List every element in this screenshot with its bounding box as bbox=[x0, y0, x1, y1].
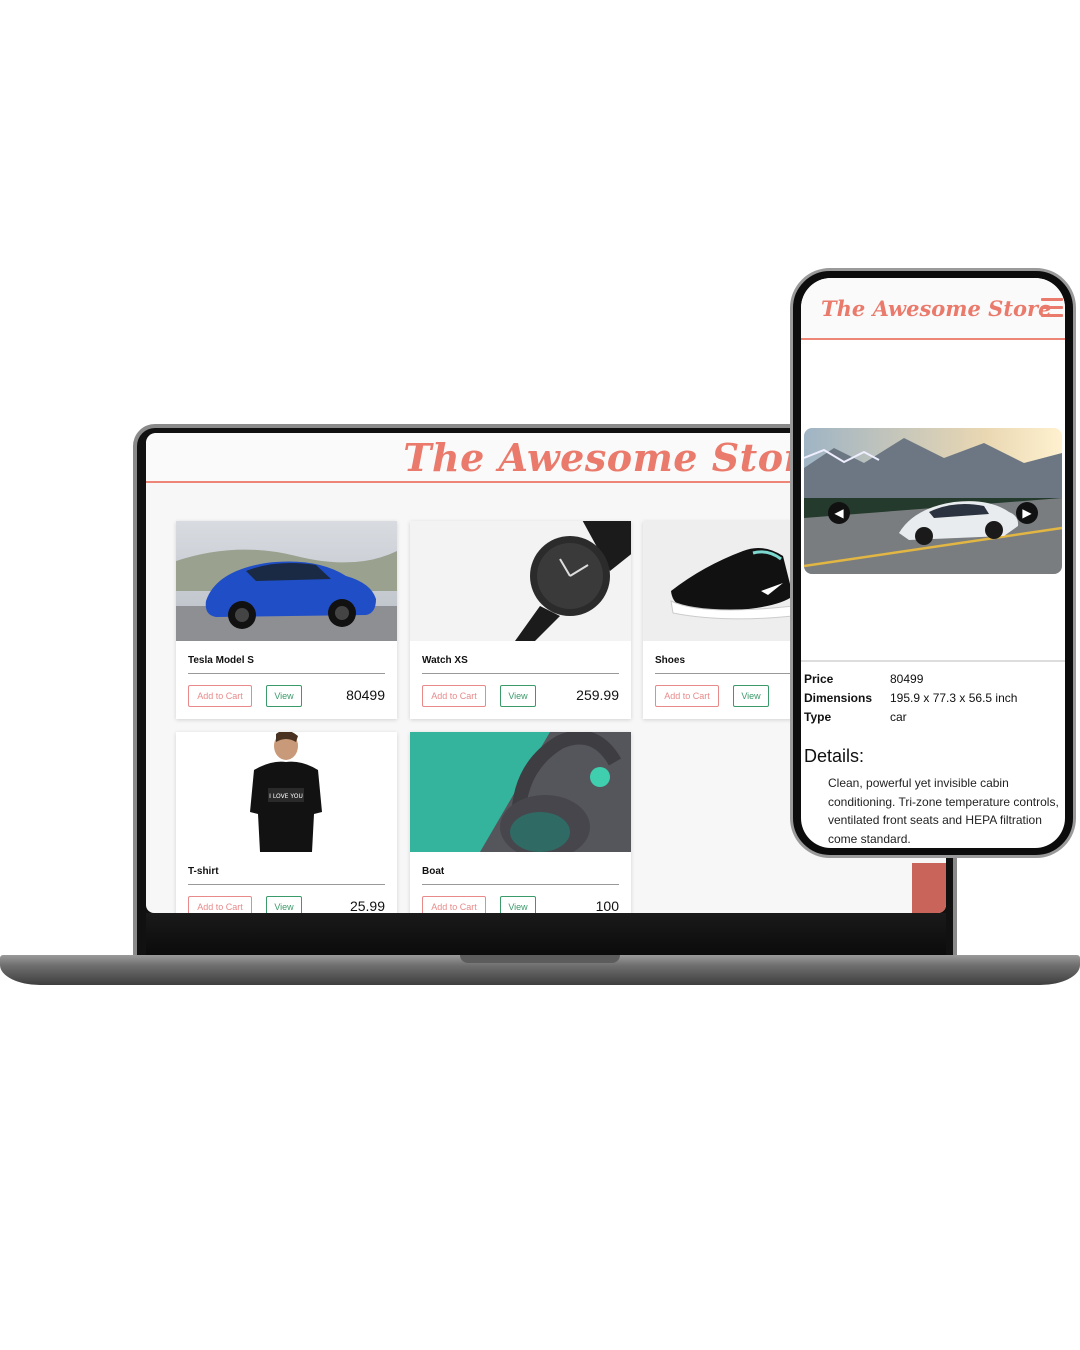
view-button[interactable]: View bbox=[500, 685, 536, 707]
product-image-tshirt[interactable]: I LOVE YOU bbox=[176, 732, 397, 852]
view-button[interactable]: View bbox=[266, 685, 302, 707]
product-card: Tesla Model S Add to Cart View 80499 bbox=[176, 521, 397, 719]
phone-screen: The Awesome Store ◀ ▶ Price 80499 Dimens… bbox=[801, 278, 1065, 848]
product-image-car[interactable] bbox=[176, 521, 397, 641]
spec-value: 195.9 x 77.3 x 56.5 inch bbox=[890, 691, 1018, 705]
spec-row-dimensions: Dimensions 195.9 x 77.3 x 56.5 inch bbox=[804, 691, 1017, 705]
phone-header: The Awesome Store bbox=[801, 278, 1065, 340]
divider bbox=[422, 884, 619, 885]
details-heading: Details: bbox=[804, 746, 865, 766]
product-card: Watch XS Add to Cart View 259.99 bbox=[410, 521, 631, 719]
store-title[interactable]: The Awesome Store bbox=[403, 435, 829, 480]
carousel-image-car bbox=[804, 428, 1062, 574]
product-image-watch[interactable] bbox=[410, 521, 631, 641]
product-carousel: ◀ ▶ bbox=[804, 428, 1062, 574]
spec-key: Price bbox=[804, 672, 834, 686]
product-card: Boat Add to Cart View 100 bbox=[410, 732, 631, 913]
product-price: 100 bbox=[595, 898, 619, 913]
product-name: Boat bbox=[422, 866, 445, 877]
device-mockup: The Awesome Store Tesla Model S Add to C… bbox=[0, 0, 1080, 1350]
spec-row-price: Price 80499 bbox=[804, 672, 923, 686]
view-button[interactable]: View bbox=[733, 685, 769, 707]
divider bbox=[188, 884, 385, 885]
add-to-cart-button[interactable]: Add to Cart bbox=[188, 896, 252, 913]
arrow-left-icon[interactable]: ◀ bbox=[828, 502, 850, 524]
product-name: Tesla Model S bbox=[188, 655, 254, 666]
view-button[interactable]: View bbox=[266, 896, 302, 913]
product-name: T-shirt bbox=[188, 866, 219, 877]
view-button[interactable]: View bbox=[500, 896, 536, 913]
add-to-cart-button[interactable]: Add to Cart bbox=[422, 896, 486, 913]
svg-text:I LOVE YOU: I LOVE YOU bbox=[269, 793, 303, 800]
product-image-headphones[interactable] bbox=[410, 732, 631, 852]
arrow-right-icon[interactable]: ▶ bbox=[1016, 502, 1038, 524]
product-price: 80499 bbox=[346, 687, 385, 703]
product-price: 259.99 bbox=[576, 687, 619, 703]
product-card: I LOVE YOU T-shirt Add to Cart View 25.9… bbox=[176, 732, 397, 913]
product-name: Watch XS bbox=[422, 655, 468, 666]
spec-value: 80499 bbox=[890, 672, 924, 686]
product-name: Shoes bbox=[655, 655, 686, 666]
side-accent bbox=[912, 863, 946, 913]
store-title[interactable]: The Awesome Store bbox=[821, 296, 1051, 321]
laptop-notch bbox=[460, 955, 620, 963]
add-to-cart-button[interactable]: Add to Cart bbox=[188, 685, 252, 707]
hamburger-menu-icon[interactable] bbox=[1041, 298, 1063, 318]
add-to-cart-button[interactable]: Add to Cart bbox=[655, 685, 719, 707]
divider bbox=[188, 673, 385, 674]
divider bbox=[801, 660, 1065, 662]
spec-value: car bbox=[890, 710, 907, 724]
add-to-cart-button[interactable]: Add to Cart bbox=[422, 685, 486, 707]
spec-row-type: Type car bbox=[804, 710, 907, 724]
laptop-bezel-bottom bbox=[146, 913, 946, 955]
divider bbox=[422, 673, 619, 674]
details-text: Clean, powerful yet invisible cabin cond… bbox=[828, 776, 1059, 846]
product-price: 25.99 bbox=[349, 898, 385, 913]
spec-key: Type bbox=[804, 710, 832, 724]
spec-key: Dimensions bbox=[804, 691, 873, 705]
